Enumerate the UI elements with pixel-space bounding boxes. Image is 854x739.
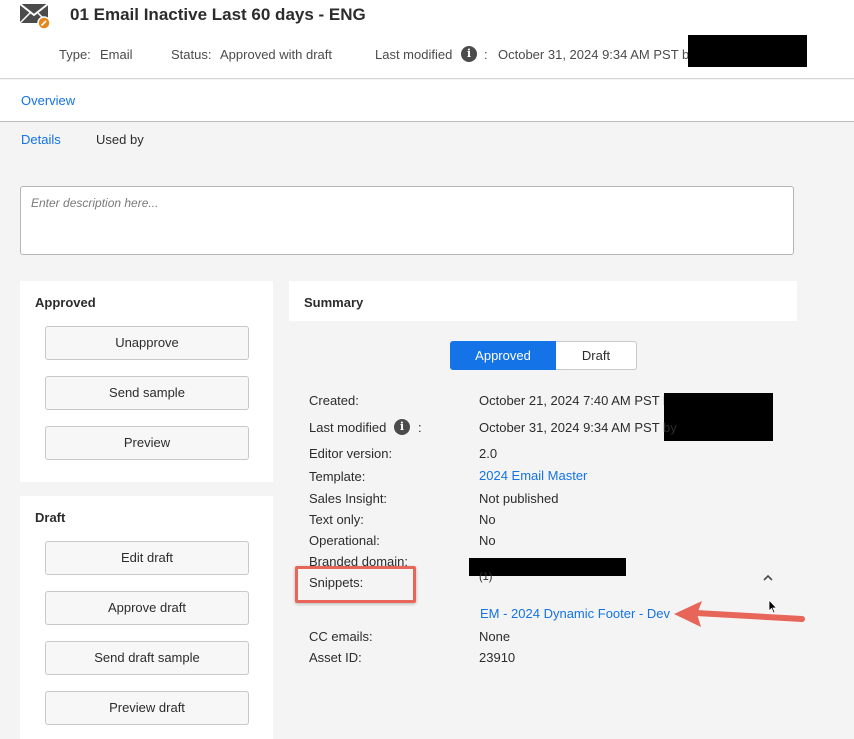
created-label: Created:	[309, 393, 359, 408]
toggle-approved[interactable]: Approved	[450, 341, 556, 370]
edit-badge-icon	[37, 16, 51, 29]
asset-header: 01 Email Inactive Last 60 days - ENG Typ…	[0, 0, 854, 79]
email-icon	[19, 3, 51, 29]
template-label: Template:	[309, 469, 366, 484]
last-modified-colon: :	[484, 47, 488, 62]
sales-insight-value: Not published	[479, 491, 559, 506]
summary-title: Summary	[304, 295, 364, 310]
operational-label: Operational:	[309, 533, 380, 548]
info-icon[interactable]: i	[394, 419, 410, 435]
send-draft-sample-button[interactable]: Send draft sample	[45, 641, 249, 675]
redaction-bar	[469, 558, 626, 576]
preview-button[interactable]: Preview	[45, 426, 249, 460]
info-icon[interactable]: i	[461, 46, 477, 62]
created-value: October 21, 2024 7:40 AM PST by	[479, 393, 677, 408]
approve-draft-button[interactable]: Approve draft	[45, 591, 249, 625]
snippet-link[interactable]: EM - 2024 Dynamic Footer - Dev	[480, 606, 670, 621]
asset-id-value: 23910	[479, 650, 516, 665]
tab-used-by[interactable]: Used by	[96, 132, 144, 147]
last-modified-label: Last modified	[375, 47, 453, 62]
status-value: Approved with draft	[220, 47, 333, 62]
text-only-label: Text only:	[309, 512, 364, 527]
draft-panel: Draft Edit draft Approve draft Send draf…	[20, 496, 273, 739]
template-link[interactable]: 2024 Email Master	[479, 468, 587, 483]
chevron-up-icon[interactable]	[762, 573, 774, 583]
cc-emails-value: None	[479, 629, 511, 644]
asset-id-label: Asset ID:	[309, 650, 362, 665]
summary-last-modified-colon: :	[418, 420, 422, 435]
operational-value: No	[479, 533, 496, 548]
arrow-annotation-icon	[674, 601, 805, 627]
summary-last-modified-label: Last modified	[309, 420, 387, 435]
status-label: Status:	[171, 47, 212, 62]
preview-draft-button[interactable]: Preview draft	[45, 691, 249, 725]
redaction-bar	[664, 393, 773, 441]
summary-last-modified-value: October 31, 2024 9:34 AM PST by	[479, 420, 677, 435]
editor-version-label: Editor version:	[309, 446, 393, 461]
draft-panel-title: Draft	[35, 510, 66, 525]
tab-overview[interactable]: Overview	[21, 93, 75, 108]
editor-version-value: 2.0	[479, 446, 498, 461]
text-only-value: No	[479, 512, 496, 527]
summary-header: Summary	[289, 281, 797, 321]
last-modified-value: October 31, 2024 9:34 AM PST by	[498, 47, 696, 62]
approved-panel-title: Approved	[35, 295, 96, 310]
page-title: 01 Email Inactive Last 60 days - ENG	[70, 5, 366, 24]
snippets-highlight-annotation	[295, 566, 416, 603]
redaction-bar	[688, 35, 807, 67]
type-value: Email	[100, 47, 133, 62]
type-label: Type:	[59, 47, 91, 62]
mouse-cursor-icon	[768, 599, 778, 614]
send-sample-button[interactable]: Send sample	[45, 376, 249, 410]
approved-panel: Approved Unapprove Send sample Preview	[20, 281, 273, 482]
sales-insight-label: Sales Insight:	[309, 491, 388, 506]
description-field[interactable]: Enter description here...	[20, 186, 794, 255]
cc-emails-label: CC emails:	[309, 629, 373, 644]
tab-details[interactable]: Details	[21, 132, 61, 147]
overview-bar: Overview	[0, 80, 854, 122]
snippets-count: (1)	[479, 571, 493, 583]
branded-domain-label: Branded domain:	[309, 554, 409, 566]
unapprove-button[interactable]: Unapprove	[45, 326, 249, 360]
edit-draft-button[interactable]: Edit draft	[45, 541, 249, 575]
toggle-draft[interactable]: Draft	[556, 341, 637, 370]
